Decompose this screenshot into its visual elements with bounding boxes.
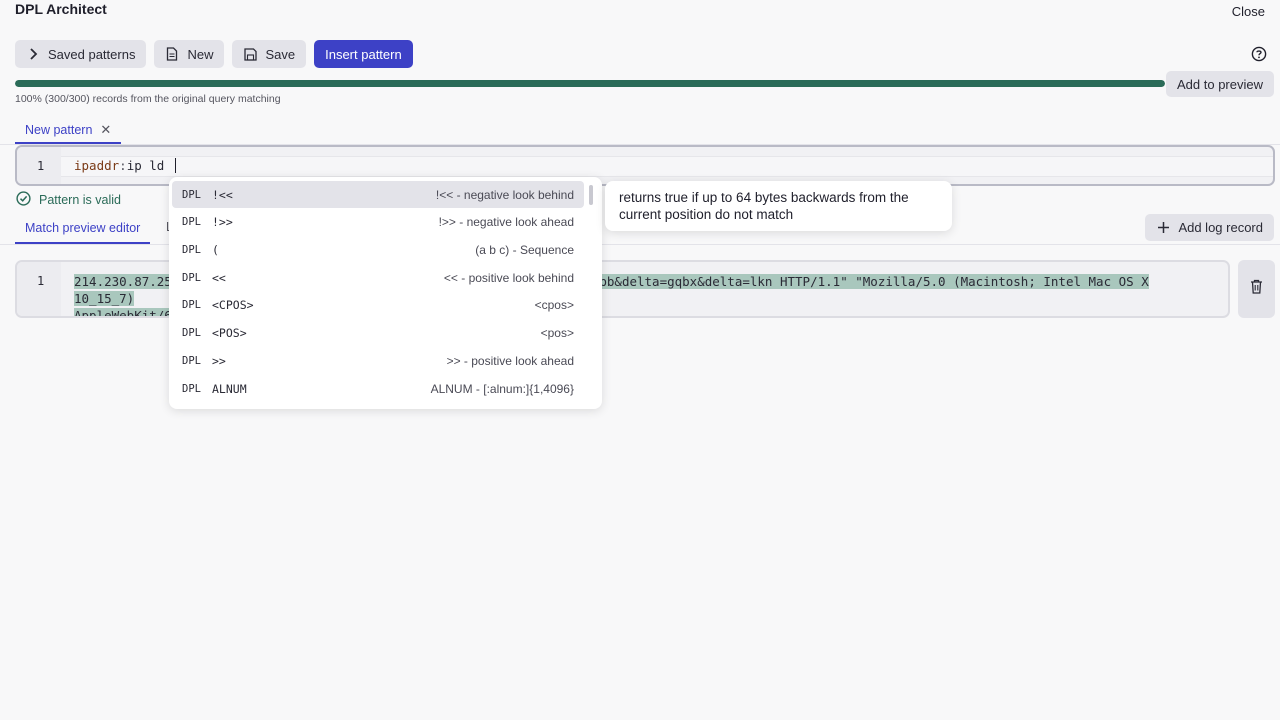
delete-record-button[interactable] — [1238, 260, 1275, 318]
document-icon — [165, 47, 179, 61]
tab-match-preview-editor[interactable]: Match preview editor — [15, 214, 151, 244]
item-tag: DPL — [182, 382, 201, 395]
item-description: ALNUM - [:alnum:]{1,4096} — [430, 381, 574, 396]
match-progress-bar — [15, 80, 1165, 87]
item-description: (a b c) - Sequence — [475, 242, 574, 257]
item-tag: DPL — [182, 243, 201, 256]
token-separator: : — [119, 158, 127, 173]
log-segment-line2: AppleWebKit/6 — [74, 308, 172, 316]
item-description: <pos> — [540, 325, 574, 340]
item-label: <POS> — [212, 325, 247, 340]
match-status-text: 100% (300/300) records from the original… — [15, 93, 281, 105]
item-description: !<< - negative look behind — [435, 187, 574, 202]
chevron-right-icon — [26, 47, 40, 61]
autocomplete-item[interactable]: DPL ( (a b c) - Sequence — [172, 236, 584, 263]
plus-icon — [1156, 221, 1170, 235]
autocomplete-item[interactable]: DPL ALNUM ALNUM - [:alnum:]{1,4096} — [172, 375, 584, 402]
save-label: Save — [265, 46, 296, 62]
item-tag: DPL — [182, 354, 201, 367]
autocomplete-item[interactable]: DPL !>> !>> - negative look ahead — [172, 208, 584, 235]
trash-icon — [1250, 279, 1263, 299]
token-keyword: ipaddr — [74, 158, 120, 173]
tab-new-pattern[interactable]: New pattern ✕ — [15, 118, 122, 144]
item-label: ( — [212, 242, 219, 257]
item-tag: DPL — [182, 298, 201, 311]
pattern-code[interactable]: ipaddr:ip ld — [74, 158, 176, 173]
line-number: 1 — [37, 159, 45, 173]
validation-status: Pattern is valid — [16, 191, 121, 209]
toolbar: Saved patterns New Save Insert pattern — [15, 40, 413, 68]
app-title: DPL Architect — [15, 1, 107, 17]
item-label: >> — [212, 353, 226, 368]
log-segment-start: 214.230.87.25 — [74, 274, 172, 289]
autocomplete-item[interactable]: DPL !<< !<< - negative look behind — [172, 181, 584, 208]
item-tag: DPL — [182, 215, 201, 228]
item-tag: DPL — [182, 326, 201, 339]
item-label: << — [212, 270, 226, 285]
new-button[interactable]: New — [154, 40, 225, 68]
new-label: New — [187, 46, 214, 62]
item-label: ALNUM — [212, 381, 247, 396]
item-description: >> - positive look ahead — [446, 353, 574, 368]
preview-gutter — [17, 262, 61, 316]
close-tab-icon[interactable]: ✕ — [100, 122, 111, 138]
dropdown-scrollbar[interactable] — [589, 185, 593, 205]
item-label: !<< — [212, 187, 233, 202]
add-to-preview-button[interactable]: Add to preview — [1166, 71, 1274, 97]
item-tag: DPL — [182, 188, 201, 201]
autocomplete-item[interactable]: DPL <POS> <pos> — [172, 319, 584, 346]
saved-patterns-button[interactable]: Saved patterns — [15, 40, 147, 68]
item-tag: DPL — [182, 271, 201, 284]
add-log-record-label: Add log record — [1178, 220, 1263, 235]
validation-text: Pattern is valid — [39, 193, 121, 207]
close-button[interactable]: Close — [1232, 4, 1265, 19]
token-name: ip — [126, 158, 142, 173]
match-progress-fill — [15, 80, 1165, 87]
item-label: !>> — [212, 214, 233, 229]
autocomplete-item[interactable]: DPL <CPOS> <cpos> — [172, 291, 584, 318]
save-icon — [243, 47, 257, 61]
autocomplete-dropdown: DPL !<< !<< - negative look behind DPL !… — [169, 177, 602, 409]
item-description: <cpos> — [534, 297, 574, 312]
item-label: <CPOS> — [212, 297, 254, 312]
autocomplete-tooltip: returns true if up to 64 bytes backwards… — [605, 181, 952, 231]
autocomplete-item[interactable]: DPL << << - positive look behind — [172, 264, 584, 291]
text-cursor — [174, 158, 176, 173]
insert-pattern-button[interactable]: Insert pattern — [314, 40, 413, 68]
help-icon[interactable] — [1251, 46, 1267, 62]
item-description: !>> - negative look ahead — [438, 214, 574, 229]
save-button[interactable]: Save — [232, 40, 307, 68]
saved-patterns-label: Saved patterns — [48, 46, 136, 62]
item-description: << - positive look behind — [443, 270, 574, 285]
token-rest: ld — [141, 158, 172, 173]
tab-new-pattern-label: New pattern — [25, 123, 93, 137]
preview-line-number: 1 — [37, 274, 45, 288]
check-circle-icon — [16, 191, 31, 209]
autocomplete-item[interactable]: DPL >> >> - positive look ahead — [172, 347, 584, 374]
active-line-highlight — [61, 156, 1273, 177]
add-log-record-button[interactable]: Add log record — [1145, 214, 1274, 241]
